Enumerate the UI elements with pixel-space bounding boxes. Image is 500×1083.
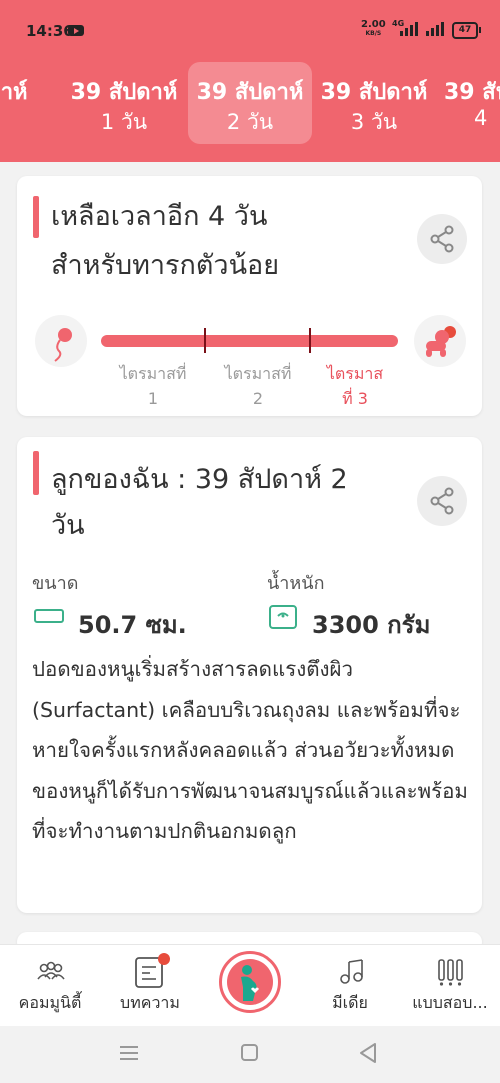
tab-community[interactable]: คอมมูนิตี้ [0,945,100,1027]
size-label: ขนาด [32,573,79,594]
share-button[interactable] [417,214,467,264]
weight-value: 3300 กรัม [312,611,431,639]
share-icon [430,225,454,253]
countdown-title-line1: เหลือเวลาอีก 4 วัน [51,201,268,232]
status-bar: 14:36 2.00 KB/S 4G 47 [0,0,500,62]
center-pregnancy-button[interactable] [219,951,281,1013]
quiz-icon [438,959,463,986]
recent-apps-icon[interactable] [118,1044,140,1062]
tab-articles[interactable]: บทความ [100,945,200,1027]
system-navigation-bar [0,1026,500,1083]
title-accent-bar [33,451,39,495]
week-tab[interactable]: 39 สัปดาห์ 1 วัน [62,62,186,144]
countdown-title-line2: สำหรับทารกตัวน้อย [51,250,280,281]
tab-media[interactable]: มีเดีย [300,945,400,1027]
sperm-icon [35,315,87,367]
trimester-label-3: ไตรมาส ที่ 3 [326,364,384,408]
home-icon[interactable] [240,1043,260,1063]
community-icon [37,961,65,980]
title-accent-bar [33,196,39,238]
music-icon [340,959,363,984]
week-tab[interactable]: 39 สัปดาห์ 3 วัน [312,62,436,144]
battery-icon: 47 [452,22,481,39]
weight-label: น้ำหนัก [267,573,325,594]
signal-icon-2 [426,20,446,36]
network-speed: 2.00 KB/S [361,19,386,38]
trimester-marker [204,328,206,353]
size-value: 50.7 ซม. [78,611,187,639]
development-description: ปอดของหนูเริ่มสร้างสารลดแรงตึงผิว (Surfa… [32,657,468,843]
baby-card: ลูกของฉัน : 39 สัปดาห์ 2 วัน ขนาด น้ำหนั… [17,437,482,913]
back-icon[interactable] [358,1042,378,1064]
tab-quiz[interactable]: แบบสอบ... [400,945,500,1027]
pregnancy-progress-bar [101,335,398,347]
week-tab[interactable]: 39 สัป 4 [440,62,500,144]
youtube-notification-icon [68,25,84,36]
week-tab-active[interactable]: 39 สัปดาห์ 2 วัน [188,62,312,144]
countdown-card: เหลือเวลาอีก 4 วัน สำหรับทารกตัวน้อย ไตร… [17,176,482,416]
app-header: 14:36 2.00 KB/S 4G 47 ปดาห์ 39 สัปดาห์ 1… [0,0,500,162]
trimester-label-1: ไตรมาสที่ 1 [119,364,187,408]
signal-icon [400,20,420,36]
share-icon [430,487,454,515]
share-button[interactable] [417,476,467,526]
baby-title-line2: วัน [51,510,85,541]
trimester-label-2: ไตรมาสที่ 2 [224,364,292,408]
baby-title-line1: ลูกของฉัน : 39 สัปดาห์ 2 [51,464,348,495]
trimester-marker [309,328,311,353]
ruler-icon [34,609,64,623]
scale-icon [269,605,297,629]
week-tab[interactable]: ปดาห์ [0,62,62,144]
status-time: 14:36 [26,22,74,40]
notification-badge [158,953,170,965]
pregnant-woman-icon [227,959,273,1005]
baby-icon [414,315,466,367]
